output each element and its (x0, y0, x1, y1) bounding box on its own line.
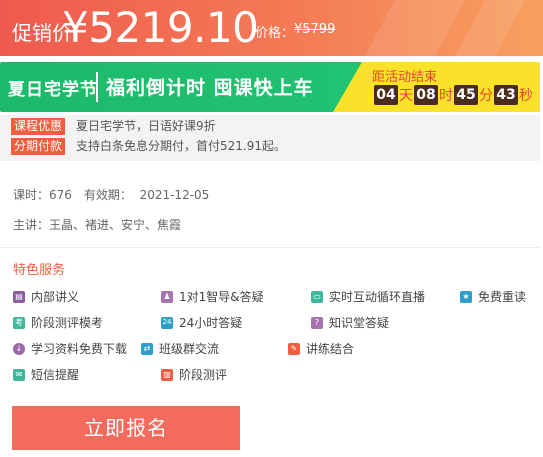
validity-date: 2021-12-05 (139, 188, 210, 202)
feature-item: ✉ 短信提醒 (13, 366, 79, 383)
clock-24-icon: 24 (161, 316, 173, 329)
promo-slogan: 福利倒计时 囤课快上车 (106, 77, 314, 99)
countdown-seconds: 43 (494, 85, 518, 105)
countdown-unit: 天 (399, 88, 413, 104)
feature-label: 阶段测评模考 (31, 316, 104, 330)
installment-text: 支持白条免息分期付，首付521.91起。 (76, 139, 286, 153)
offer-info: 课程优惠 夏日宅学节，日语好课9折 分期付款 支持白条免息分期付，首付521.9… (0, 115, 540, 161)
feature-label: 免费重读 (478, 290, 527, 304)
price-banner: 促销价 ¥5219.10 价格： ¥5799 (0, 0, 543, 56)
feature-item: ★ 免费重读 (460, 288, 526, 305)
enroll-button[interactable]: 立即报名 (12, 406, 240, 450)
download-icon: ↓ (13, 342, 25, 355)
course-hours: 课时：676 (13, 188, 72, 202)
feature-label: 实时互动循环直播 (329, 290, 426, 304)
feature-label: 阶段测评 (179, 368, 228, 382)
countdown-days: 04 (374, 85, 398, 105)
exam-icon: 考 (13, 316, 25, 329)
feature-label: 短信提醒 (31, 368, 80, 382)
feature-label: 内部讲义 (31, 290, 80, 304)
feature-label: 讲练结合 (306, 342, 355, 356)
sms-icon: ✉ (13, 368, 25, 381)
countdown-label: 距活动结束 (372, 70, 438, 85)
feature-item: ▥ 阶段测评 (161, 366, 227, 383)
course-meta: 课时：676 有效期： 2021-12-05 (13, 186, 209, 203)
countdown-hours: 08 (414, 85, 438, 105)
offer-tag: 课程优惠 (11, 118, 66, 135)
feature-label: 24小时答疑 (179, 316, 243, 330)
promo-divider (96, 72, 98, 102)
feature-item: ♟ 1对1智导&答疑 (161, 288, 264, 305)
monitor-icon: ▭ (311, 290, 323, 303)
document-icon: ▤ (13, 290, 25, 303)
validity-label: 有效期： (83, 188, 132, 202)
banner-decoration (365, 0, 465, 56)
promo-price-value: ¥5219.10 (62, 3, 259, 52)
original-price-value: ¥5799 (294, 22, 336, 37)
feature-item: ↓ 学习资料免费下载 (13, 340, 127, 357)
offer-text: 夏日宅学节，日语好课9折 (76, 119, 216, 133)
countdown-unit: 秒 (519, 88, 533, 104)
feature-item: ✎ 讲练结合 (288, 340, 354, 357)
feature-item: ▤ 内部讲义 (13, 288, 79, 305)
chat-icon: ⇄ (141, 342, 153, 355)
installment-tag: 分期付款 (11, 138, 66, 155)
countdown-unit: 时 (439, 88, 453, 104)
feature-item: 考 阶段测评模考 (13, 314, 103, 331)
feature-item: ? 知识堂答疑 (311, 314, 389, 331)
feature-label: 学习资料免费下载 (31, 342, 128, 356)
feature-label: 知识堂答疑 (329, 316, 390, 330)
feature-item: ⇄ 班级群交流 (141, 340, 219, 357)
divider (0, 247, 540, 248)
countdown-timer: 04 天 08 时 45 分 43 秒 (374, 85, 534, 105)
star-icon: ★ (460, 290, 472, 303)
edit-icon: ✎ (288, 342, 300, 355)
user-icon: ♟ (161, 290, 173, 303)
banner-decoration (455, 0, 525, 56)
promo-logo: 夏日宅学节 (8, 80, 98, 100)
original-price-label: 价格： (255, 26, 295, 41)
teachers: 主讲：王晶、褚进、安宁、焦霞 (13, 218, 182, 232)
chart-icon: ▥ (161, 368, 173, 381)
feature-item: 24 24小时答疑 (161, 314, 242, 331)
feature-item: ▭ 实时互动循环直播 (311, 288, 425, 305)
countdown-minutes: 45 (454, 85, 478, 105)
knowledge-icon: ? (311, 316, 323, 329)
feature-label: 班级群交流 (159, 342, 220, 356)
countdown-unit: 分 (479, 88, 493, 104)
promo-banner[interactable]: 夏日宅学节 福利倒计时 囤课快上车 距活动结束 04 天 08 时 45 分 4… (0, 62, 540, 112)
features-title: 特色服务 (13, 263, 66, 278)
feature-label: 1对1智导&答疑 (179, 290, 264, 304)
